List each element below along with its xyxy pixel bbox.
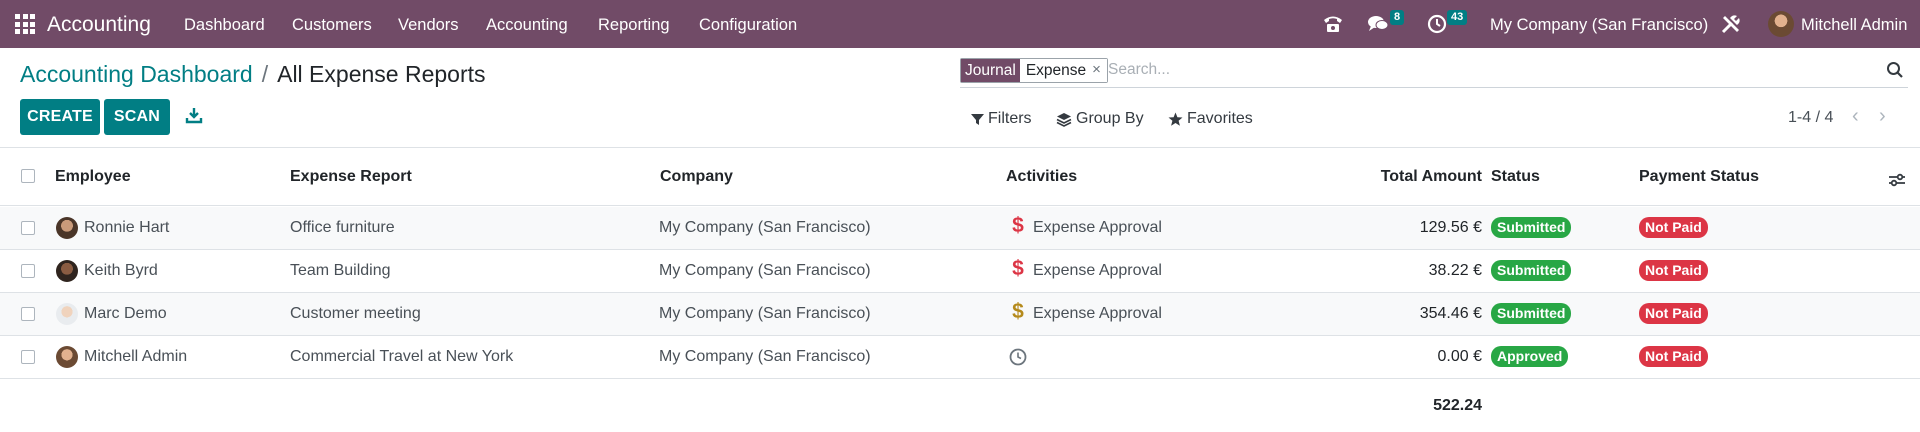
search-icon[interactable] (1886, 61, 1904, 79)
total-amount-sum: 522.24 (1433, 397, 1482, 414)
scan-button[interactable]: SCAN (104, 99, 170, 135)
download-icon[interactable] (185, 106, 203, 124)
payment-status-badge: Not Paid (1639, 303, 1708, 324)
table-header: Employee Expense Report Company Activiti… (0, 160, 1920, 206)
activity-label[interactable]: Expense Approval (1033, 305, 1162, 323)
pager-next-icon[interactable]: › (1879, 106, 1893, 126)
expense-report-name: Team Building (290, 262, 391, 279)
chat-count-badge: 8 (1390, 10, 1405, 25)
expense-report-name: Office furniture (290, 219, 395, 236)
breadcrumb: Accounting Dashboard / All Expense Reports (20, 61, 486, 88)
column-activities[interactable]: Activities (1006, 168, 1077, 186)
optional-columns-icon[interactable] (1888, 171, 1906, 189)
menu-configuration[interactable]: Configuration (699, 16, 797, 35)
debug-tools-icon[interactable] (1718, 12, 1744, 36)
user-menu[interactable]: Mitchell Admin (1801, 16, 1907, 35)
user-avatar[interactable] (1768, 11, 1794, 37)
total-amount: 129.56 € (1419, 219, 1482, 236)
row-checkbox[interactable] (21, 264, 35, 278)
column-expense-report[interactable]: Expense Report (290, 168, 412, 186)
payment-status-badge: Not Paid (1639, 260, 1708, 281)
menu-customers[interactable]: Customers (292, 16, 372, 35)
expense-report-name: Commercial Travel at New York (290, 348, 514, 365)
menu-dashboard[interactable]: Dashboard (184, 16, 265, 35)
dollar-icon[interactable]: $ (1011, 300, 1025, 324)
filter-icon (971, 113, 984, 125)
dollar-icon[interactable]: $ (1011, 257, 1025, 281)
activity-label[interactable]: Expense Approval (1033, 219, 1162, 237)
search-facet: Journal Expense × (960, 58, 1108, 83)
row-checkbox[interactable] (21, 350, 35, 364)
breadcrumb-parent[interactable]: Accounting Dashboard (20, 61, 253, 87)
activity-count-badge: 43 (1447, 10, 1468, 25)
employee-avatar (56, 260, 78, 282)
employee-avatar (56, 303, 78, 325)
total-amount: 354.46 € (1419, 305, 1482, 322)
table-row[interactable]: Ronnie Hart Office furniture My Company (S… (0, 207, 1920, 250)
search-input[interactable] (1108, 59, 1808, 81)
table-row[interactable]: Marc Demo Customer meeting My Company (San… (0, 293, 1920, 336)
row-checkbox[interactable] (21, 221, 35, 235)
column-status[interactable]: Status (1491, 168, 1540, 186)
company-name: My Company (San Francisco) (659, 305, 871, 322)
pager-value[interactable]: 1-4 / 4 (1788, 109, 1833, 127)
filters-label: Filters (988, 110, 1032, 127)
search-bar: Journal Expense × (960, 58, 1908, 88)
column-total-amount[interactable]: Total Amount (1381, 168, 1482, 186)
company-name: My Company (San Francisco) (659, 262, 871, 279)
row-checkbox[interactable] (21, 307, 35, 321)
breadcrumb-separator: / (261, 61, 269, 87)
company-name: My Company (San Francisco) (659, 348, 871, 365)
layers-icon (1056, 112, 1072, 127)
group-by-button[interactable]: Group By (1056, 110, 1144, 128)
favorites-label: Favorites (1187, 110, 1253, 127)
select-all-checkbox[interactable] (21, 169, 35, 183)
status-badge: Approved (1491, 346, 1569, 367)
column-company[interactable]: Company (660, 168, 733, 186)
pager-previous-icon[interactable]: ‹ (1852, 106, 1866, 126)
control-panel-divider (0, 147, 1920, 148)
status-badge: Submitted (1491, 260, 1572, 281)
company-switcher[interactable]: My Company (San Francisco) (1490, 16, 1708, 35)
menu-accounting[interactable]: Accounting (486, 16, 568, 35)
column-payment-status[interactable]: Payment Status (1639, 168, 1759, 186)
table-row[interactable]: Mitchell Admin Commercial Travel at New Y… (0, 336, 1920, 379)
employee-avatar (56, 346, 78, 368)
company-name: My Company (San Francisco) (659, 219, 871, 236)
activity-label[interactable]: Expense Approval (1033, 262, 1162, 280)
app-grid-icon[interactable] (15, 14, 35, 34)
clock-icon[interactable] (1009, 348, 1027, 366)
payment-status-badge: Not Paid (1639, 217, 1708, 238)
table-row[interactable]: Keith Byrd Team Building My Company (San F… (0, 250, 1920, 293)
status-badge: Submitted (1491, 217, 1572, 238)
employee-name: Ronnie Hart (84, 219, 170, 236)
app-brand[interactable]: Accounting (47, 13, 151, 37)
dollar-icon[interactable]: $ (1011, 214, 1025, 238)
top-navbar: Accounting Dashboard Customers Vendors A… (0, 0, 1920, 48)
facet-value: Expense (1019, 59, 1093, 82)
total-amount: 38.22 € (1428, 262, 1482, 279)
menu-vendors[interactable]: Vendors (398, 16, 459, 35)
employee-name: Keith Byrd (84, 262, 158, 279)
group-by-label: Group By (1076, 110, 1144, 127)
status-badge: Submitted (1491, 303, 1572, 324)
phone-icon[interactable] (1320, 12, 1346, 36)
page-title: All Expense Reports (277, 61, 486, 87)
facet-label: Journal (961, 59, 1020, 82)
chat-icon[interactable] (1365, 12, 1391, 36)
total-amount: 0.00 € (1437, 348, 1482, 365)
employee-avatar (56, 217, 78, 239)
facet-remove-icon[interactable]: × (1092, 59, 1107, 82)
expense-report-name: Customer meeting (290, 305, 421, 322)
star-icon (1168, 112, 1183, 126)
column-employee[interactable]: Employee (55, 168, 131, 186)
employee-name: Mitchell Admin (84, 348, 188, 365)
employee-name: Marc Demo (84, 305, 167, 322)
payment-status-badge: Not Paid (1639, 346, 1708, 367)
favorites-button[interactable]: Favorites (1168, 110, 1253, 128)
filters-button[interactable]: Filters (971, 110, 1032, 128)
create-button[interactable]: CREATE (20, 99, 100, 135)
menu-reporting[interactable]: Reporting (598, 16, 670, 35)
